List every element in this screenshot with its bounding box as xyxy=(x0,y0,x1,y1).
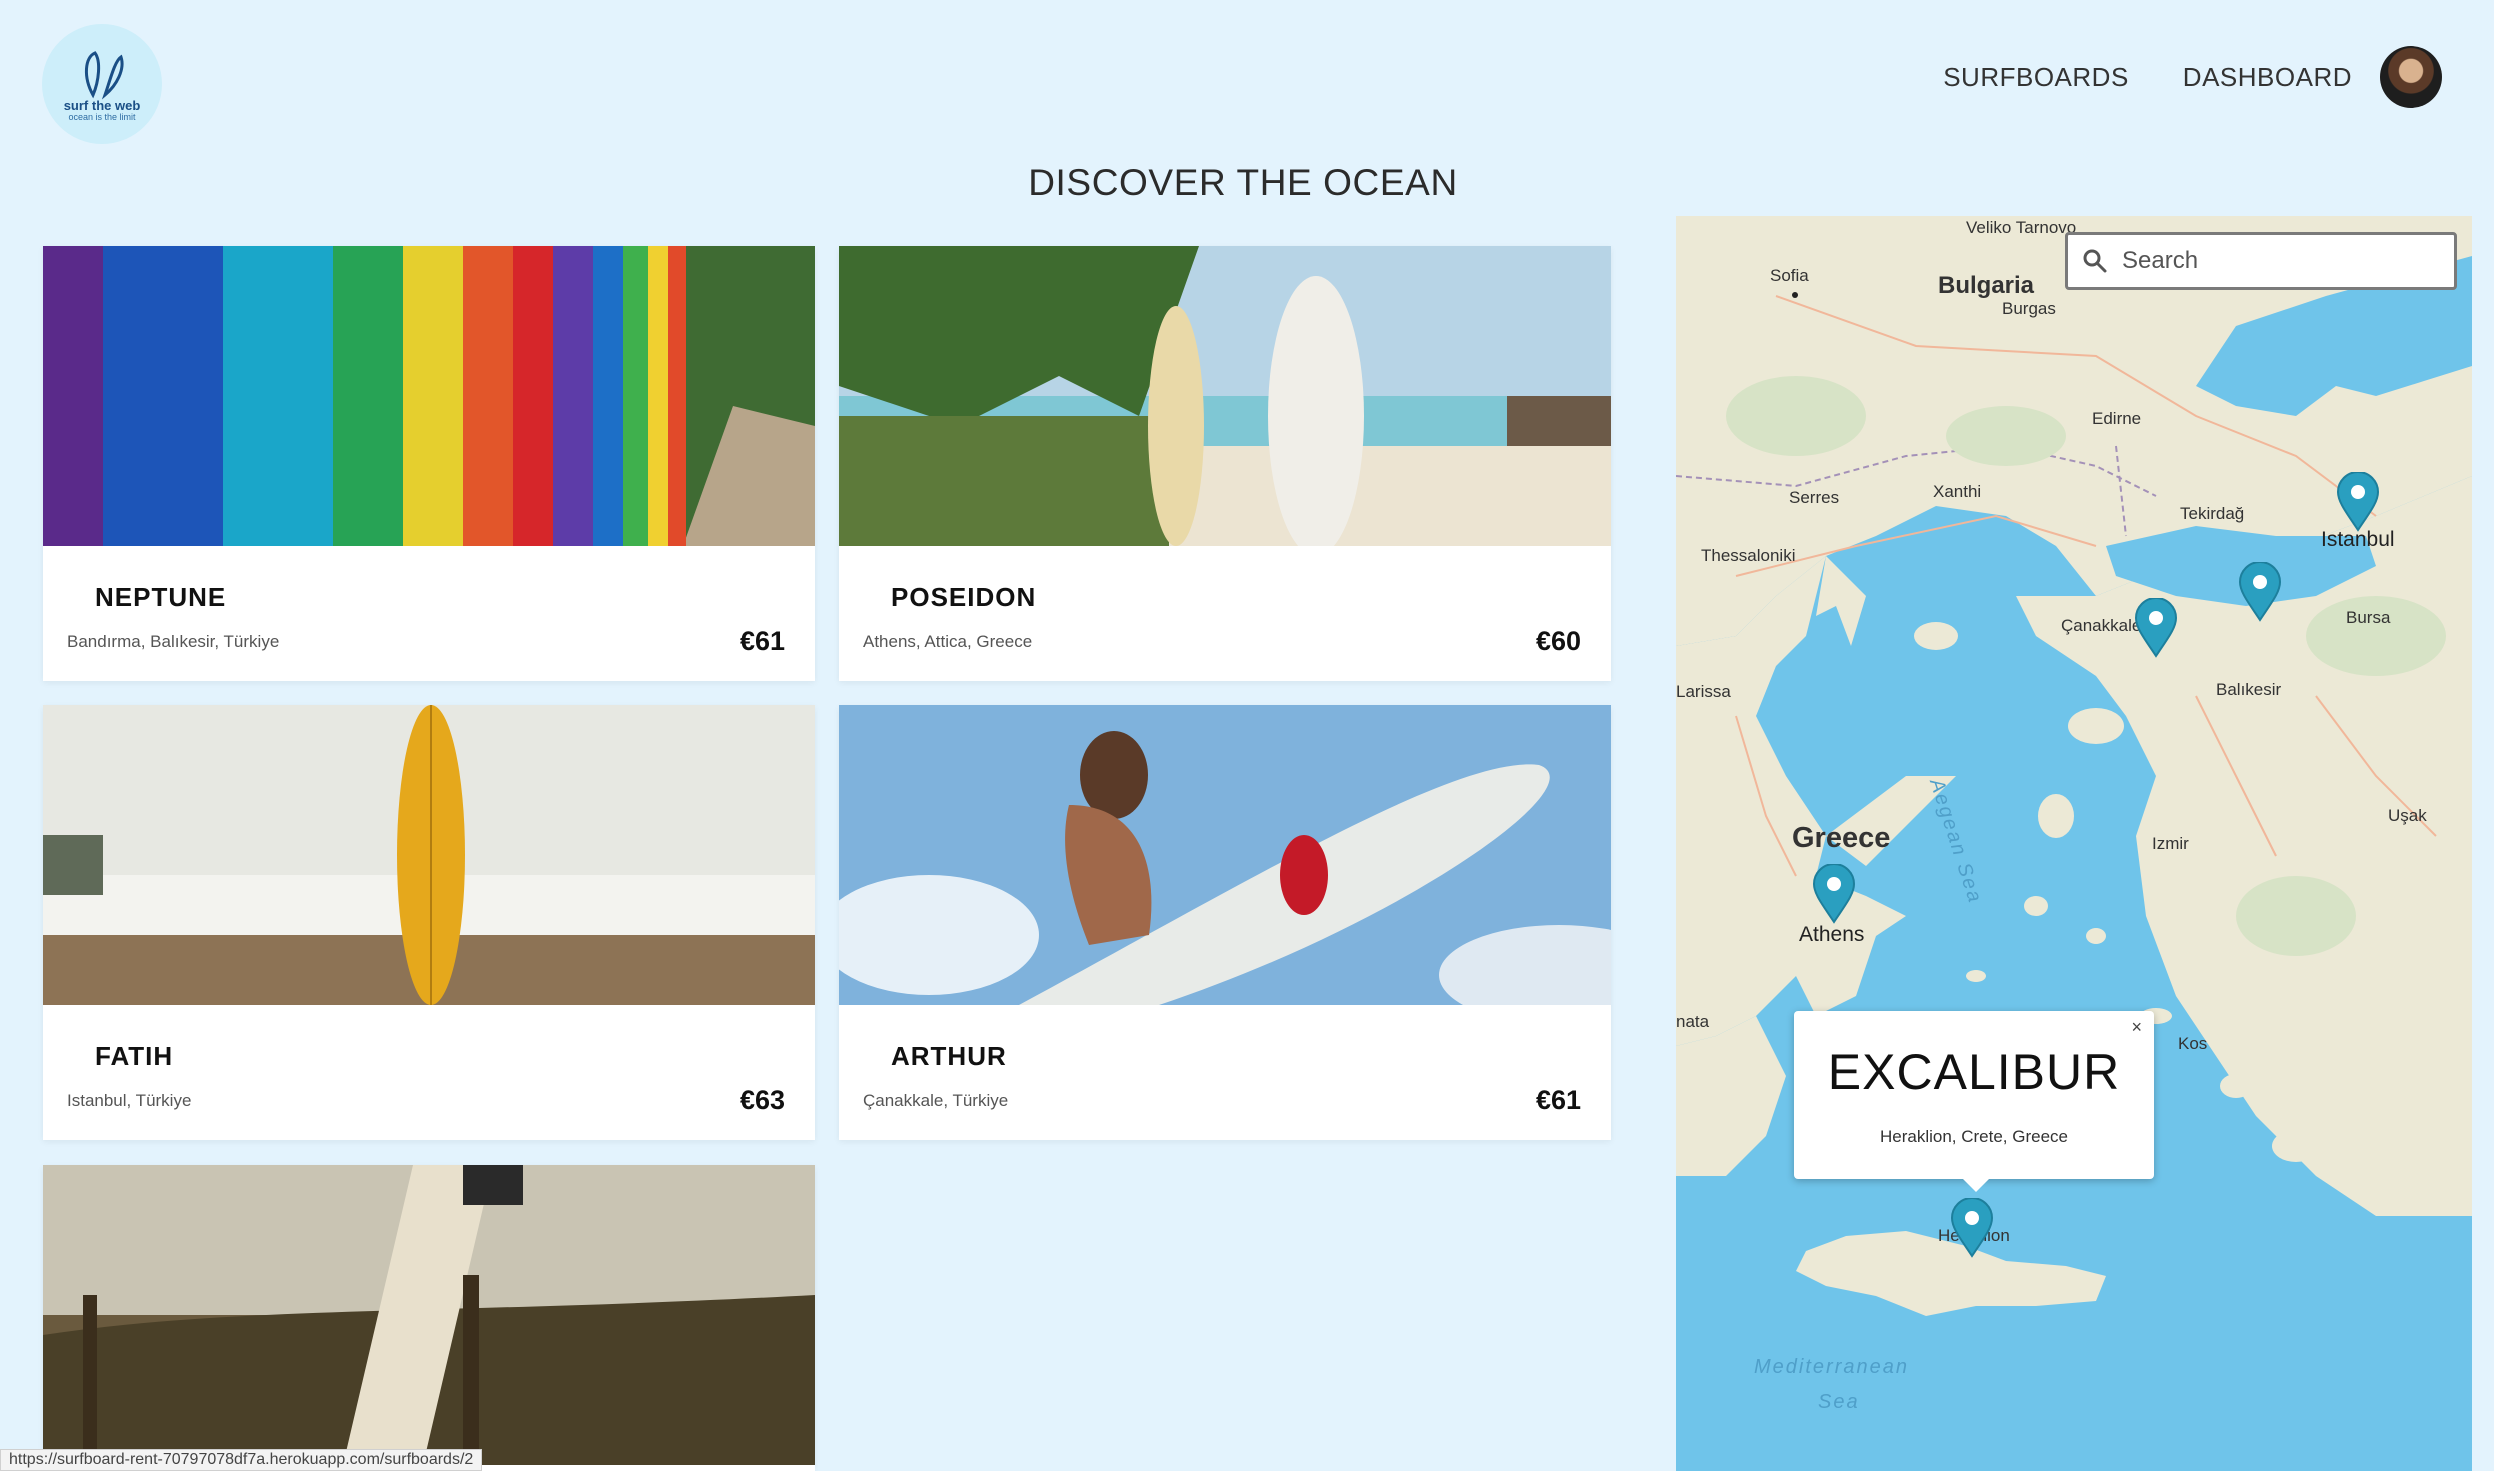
map-marker-icon xyxy=(2336,472,2380,532)
map-popup: × EXCALIBUR Heraklion, Crete, Greece xyxy=(1794,1011,2154,1192)
card-name: ARTHUR xyxy=(891,1041,1007,1071)
surfboard-logo-icon xyxy=(85,50,124,100)
card-price: €63 xyxy=(739,1085,785,1115)
nav-surfboards-link[interactable]: SURFBOARDS xyxy=(1943,62,2129,93)
map-city-dot xyxy=(1792,292,1798,298)
card-address: Athens, Attica, Greece xyxy=(863,632,1033,651)
status-bar-url: https://surfboard-rent-70797078df7a.hero… xyxy=(0,1449,483,1471)
map-marker-icon xyxy=(2134,598,2178,658)
close-icon[interactable]: × xyxy=(2131,1017,2142,1038)
card-name: POSEIDON xyxy=(891,582,1037,612)
surfboard-card-arthur[interactable]: ARTHUR Çanakkale, Türkiye €61 xyxy=(839,705,1611,1140)
map-label-edirne: Edirne xyxy=(2092,409,2142,428)
map-search-input[interactable] xyxy=(2120,246,2440,276)
surfboard-photo xyxy=(43,246,815,546)
surfboard-photo xyxy=(43,1165,815,1465)
surfboard-photo xyxy=(839,705,1611,1005)
map-marker-icon xyxy=(2238,562,2282,622)
map-label-kalamata: nata xyxy=(1676,1012,1710,1031)
map-label-greece: Greece xyxy=(1792,822,1891,854)
logo-name: surf the web xyxy=(63,97,141,113)
map-label-serres: Serres xyxy=(1789,488,1840,507)
popup-title: EXCALIBUR xyxy=(1827,1044,2121,1100)
map-label-sofia: Sofia xyxy=(1770,266,1809,285)
surfboard-card-neptune[interactable]: NEPTUNE Bandırma, Balıkesir, Türkiye €61 xyxy=(43,246,815,681)
map-label-larissa: Larissa xyxy=(1676,682,1731,701)
map-label-usak: Uşak xyxy=(2388,806,2427,825)
map-label-sea: Sea xyxy=(1818,1391,1860,1413)
map-label-canakkale: Çanakkale xyxy=(2061,616,2142,635)
nav-dashboard-link[interactable]: DASHBOARD xyxy=(2183,62,2352,93)
map-search-box[interactable] xyxy=(2065,232,2457,290)
card-price: €61 xyxy=(1535,1085,1581,1115)
map-label-izmir: Izmir xyxy=(2152,834,2189,853)
map-label-mediterranean: Mediterranean xyxy=(1754,1356,1909,1378)
logo-tagline: ocean is the limit xyxy=(68,111,136,122)
avatar[interactable] xyxy=(2380,46,2442,108)
card-price: €61 xyxy=(739,626,785,656)
logo[interactable]: surf the web ocean is the limit xyxy=(42,24,162,144)
map-pin-heraklion[interactable] xyxy=(1950,1198,1994,1258)
map-label-bursa: Bursa xyxy=(2346,608,2391,627)
surfboard-card-poseidon[interactable]: POSEIDON Athens, Attica, Greece €60 xyxy=(839,246,1611,681)
map-label-burgas: Burgas xyxy=(2002,299,2056,318)
surfboard-card-fatih[interactable]: FATIH Istanbul, Türkiye €63 xyxy=(43,705,815,1140)
map-pin-athens[interactable] xyxy=(1812,864,1856,924)
map-label-xanthi: Xanthi xyxy=(1933,482,1982,501)
card-price: €60 xyxy=(1535,626,1581,656)
map-label-kos: Kos xyxy=(2178,1034,2208,1053)
surfboard-card-excalibur[interactable] xyxy=(43,1165,815,1471)
map[interactable]: Veliko Tarnovo Sofia Bulgaria Burgas Edi… xyxy=(1676,216,2472,1471)
page-title: DISCOVER THE OCEAN xyxy=(1028,162,1458,203)
map-pin-bandirma[interactable] xyxy=(2238,562,2282,622)
top-nav: SURFBOARDS DASHBOARD xyxy=(1889,46,2442,108)
map-label-thessaloniki: Thessaloniki xyxy=(1701,546,1796,565)
map-marker-icon xyxy=(1950,1198,1994,1258)
card-address: Bandırma, Balıkesir, Türkiye xyxy=(67,632,280,651)
map-label-athens: Athens xyxy=(1799,923,1865,946)
popup-address: Heraklion, Crete, Greece xyxy=(1879,1127,2069,1146)
map-label-veliko: Veliko Tarnovo xyxy=(1966,218,2077,237)
map-pin-canakkale[interactable] xyxy=(2134,598,2178,658)
surfboard-photo xyxy=(839,246,1611,546)
map-pin-istanbul[interactable] xyxy=(2336,472,2380,532)
map-label-tekirdag: Tekirdağ xyxy=(2180,504,2245,523)
map-label-bulgaria: Bulgaria xyxy=(1938,272,2035,299)
map-marker-icon xyxy=(1812,864,1856,924)
search-icon xyxy=(2083,249,2107,273)
map-label-balikesir: Balıkesir xyxy=(2216,680,2282,699)
surfboard-photo xyxy=(43,705,815,1005)
card-name: NEPTUNE xyxy=(95,582,227,612)
card-address: Çanakkale, Türkiye xyxy=(863,1091,1009,1110)
card-address: Istanbul, Türkiye xyxy=(67,1091,192,1110)
card-name: FATIH xyxy=(95,1041,174,1071)
